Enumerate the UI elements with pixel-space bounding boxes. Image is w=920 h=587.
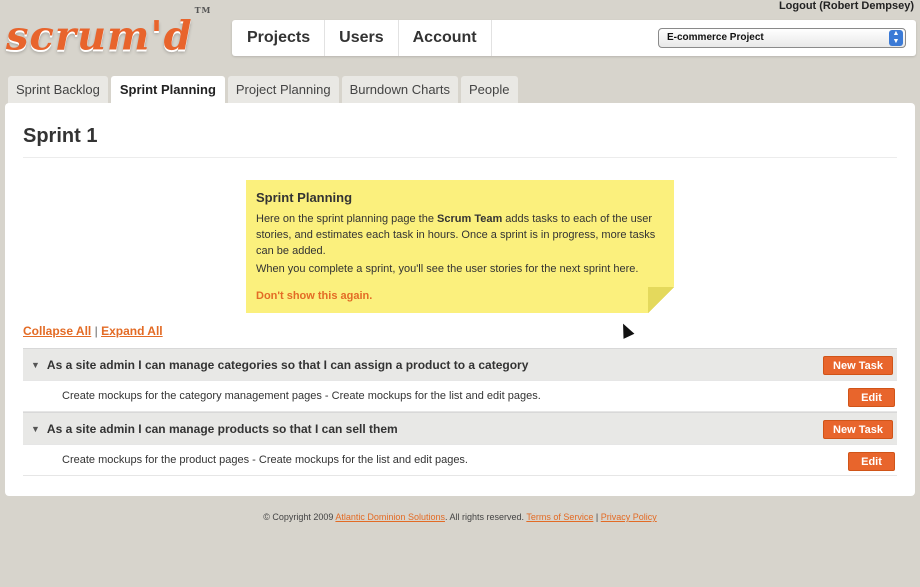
note-page-curl	[648, 287, 674, 313]
collapse-expand-controls: Collapse All | Expand All	[23, 324, 163, 338]
note-paragraph-2: When you complete a sprint, you'll see t…	[256, 263, 639, 275]
trademark-mark: TM	[194, 5, 212, 15]
nav-users[interactable]: Users	[325, 20, 399, 56]
tab-sprint-planning[interactable]: Sprint Planning	[110, 76, 225, 105]
logout-link[interactable]: Logout (Robert Dempsey)	[779, 0, 914, 12]
note-p1-bold: Scrum Team	[437, 213, 503, 225]
expand-all-link[interactable]: Expand All	[101, 324, 163, 338]
title-divider	[23, 157, 897, 158]
task-text: Create mockups for the product pages - C…	[62, 454, 468, 466]
collapse-triangle-icon[interactable]: ▼	[31, 424, 40, 434]
project-select-value: E-commerce Project	[667, 32, 764, 43]
story-title: As a site admin I can manage products so…	[46, 421, 398, 436]
footer-rights: . All rights reserved.	[444, 512, 524, 522]
task-row: Create mockups for the category manageme…	[23, 380, 897, 412]
tab-sprint-backlog[interactable]: Sprint Backlog	[8, 76, 108, 104]
user-stories-list: ▼ As a site admin I can manage categorie…	[23, 348, 897, 476]
note-title: Sprint Planning	[256, 190, 353, 205]
note-paragraph-1: Here on the sprint planning page the Scr…	[256, 211, 664, 259]
edit-task-button[interactable]: Edit	[848, 388, 895, 407]
new-task-button[interactable]: New Task	[823, 420, 893, 439]
project-select[interactable]: E-commerce Project ▲ ▼	[658, 28, 906, 48]
task-text: Create mockups for the category manageme…	[62, 390, 541, 402]
edit-task-button[interactable]: Edit	[848, 452, 895, 471]
tab-people[interactable]: People	[461, 76, 518, 104]
footer-copyright: © Copyright 2009	[263, 512, 334, 522]
footer-terms-link[interactable]: Terms of Service	[526, 512, 593, 522]
task-row: Create mockups for the product pages - C…	[23, 444, 897, 476]
page-title: Sprint 1	[23, 125, 98, 147]
dont-show-again-link[interactable]: Don't show this again.	[256, 290, 372, 302]
main-panel: Sprint 1 Sprint Planning Here on the spr…	[5, 103, 915, 496]
sprint-planning-note: Sprint Planning Here on the sprint plann…	[246, 180, 674, 313]
nav-account[interactable]: Account	[399, 20, 492, 56]
story-header[interactable]: ▼ As a site admin I can manage products …	[23, 412, 897, 444]
collapse-separator: |	[94, 324, 98, 338]
note-p1-before: Here on the sprint planning page the	[256, 213, 438, 225]
new-task-button[interactable]: New Task	[823, 356, 893, 375]
story-header[interactable]: ▼ As a site admin I can manage categorie…	[23, 348, 897, 380]
tab-bar: Sprint Backlog Sprint Planning Project P…	[8, 76, 518, 105]
tab-project-planning[interactable]: Project Planning	[227, 76, 339, 104]
footer: © Copyright 2009 Atlantic Dominion Solut…	[0, 512, 920, 522]
select-arrows-icon: ▲ ▼	[889, 30, 903, 46]
story-title: As a site admin I can manage categories …	[46, 357, 529, 372]
logo-text: scrum'd	[6, 12, 193, 60]
nav-projects[interactable]: Projects	[232, 20, 326, 56]
collapse-triangle-icon[interactable]: ▼	[31, 360, 40, 370]
tab-burndown-charts[interactable]: Burndown Charts	[341, 76, 459, 104]
scrumd-logo[interactable]: scrum'dTM	[6, 5, 210, 60]
footer-company-link[interactable]: Atlantic Dominion Solutions	[335, 512, 445, 522]
collapse-all-link[interactable]: Collapse All	[23, 324, 91, 338]
main-navigation: Projects Users Account E-commerce Projec…	[232, 20, 916, 56]
footer-pipe: |	[595, 512, 599, 522]
footer-privacy-link[interactable]: Privacy Policy	[601, 512, 657, 522]
